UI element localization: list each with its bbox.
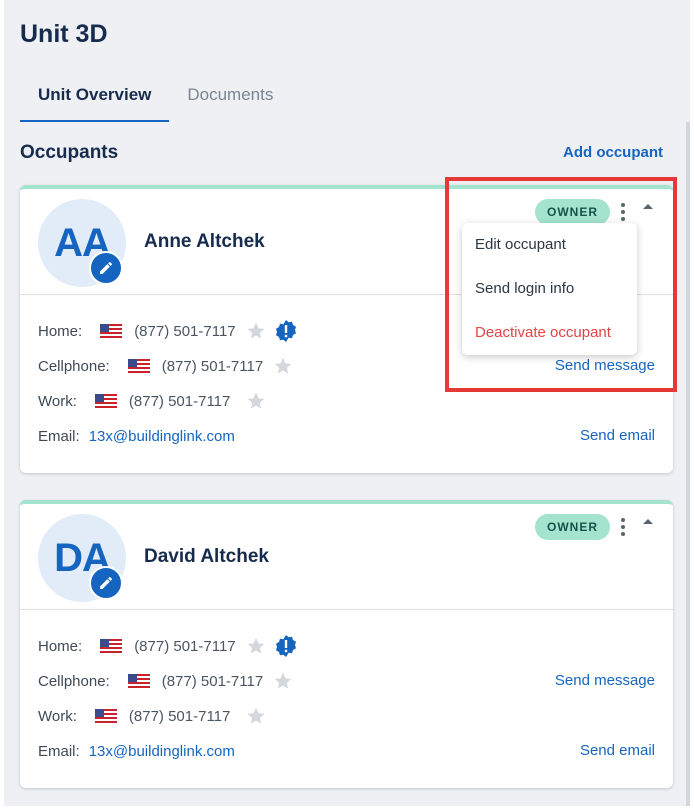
star-icon[interactable]: [246, 321, 266, 341]
home-phone: (877) 501-7117: [134, 637, 236, 655]
kebab-menu-icon[interactable]: [617, 516, 629, 538]
occupant-name: Anne Altchek: [144, 231, 265, 252]
edit-occupant-menu-item[interactable]: Edit occupant: [462, 223, 637, 267]
home-label: Home:: [38, 322, 83, 340]
cell-phone-row: Cellphone: (877) 501-7117: [38, 670, 293, 692]
star-icon[interactable]: [246, 706, 266, 726]
cell-phone: (877) 501-7117: [161, 357, 264, 375]
send-message-link[interactable]: Send message: [555, 357, 655, 374]
work-phone-row: Work: (877) 501-7117: [38, 390, 266, 412]
work-phone: (877) 501-7117: [128, 392, 231, 410]
email-label: Email:: [38, 427, 80, 445]
us-flag-icon: [94, 709, 117, 723]
occupant-card: DA David Altchek OWNER Home: (877) 501-7…: [20, 500, 673, 788]
star-icon[interactable]: [273, 356, 293, 376]
cellphone-label: Cellphone:: [38, 672, 110, 690]
owner-badge: OWNER: [535, 199, 610, 225]
send-email-link[interactable]: Send email: [580, 427, 655, 444]
star-icon[interactable]: [246, 391, 266, 411]
owner-badge: OWNER: [535, 514, 610, 540]
edit-avatar-button[interactable]: [89, 566, 123, 600]
unit-page: Unit 3D Unit Overview Documents Occupant…: [4, 0, 690, 806]
star-icon[interactable]: [273, 671, 293, 691]
us-flag-icon: [127, 674, 150, 688]
occupant-card-header: DA David Altchek OWNER: [20, 504, 673, 610]
star-icon[interactable]: [246, 636, 266, 656]
email-link[interactable]: 13x@buildinglink.com: [89, 743, 235, 760]
email-link[interactable]: 13x@buildinglink.com: [89, 428, 235, 445]
alert-icon: [275, 635, 296, 657]
cell-phone-row: Cellphone: (877) 501-7117: [38, 355, 293, 377]
email-row: Email: 13x@buildinglink.com: [38, 425, 235, 447]
send-email-link[interactable]: Send email: [580, 742, 655, 759]
alert-icon: [275, 320, 296, 342]
occupant-name: David Altchek: [144, 546, 269, 567]
email-label: Email:: [38, 742, 80, 760]
cell-phone: (877) 501-7117: [161, 672, 264, 690]
home-label: Home:: [38, 637, 83, 655]
tab-bar: Unit Overview Documents: [20, 82, 291, 122]
occupants-heading: Occupants: [20, 142, 119, 163]
caret-up-icon[interactable]: [640, 514, 656, 530]
us-flag-icon: [100, 639, 123, 653]
scrollbar[interactable]: [686, 122, 690, 806]
work-phone-row: Work: (877) 501-7117: [38, 705, 266, 727]
home-phone-row: Home: (877) 501-7117: [38, 635, 298, 657]
page-title: Unit 3D: [20, 20, 108, 48]
work-label: Work:: [38, 707, 77, 725]
edit-avatar-button[interactable]: [89, 251, 123, 285]
send-message-link[interactable]: Send message: [555, 672, 655, 689]
work-label: Work:: [38, 392, 77, 410]
tab-unit-overview[interactable]: Unit Overview: [20, 82, 170, 122]
deactivate-occupant-menu-item[interactable]: Deactivate occupant: [462, 311, 637, 355]
work-phone: (877) 501-7117: [128, 707, 231, 725]
add-occupant-link[interactable]: Add occupant: [563, 144, 663, 161]
pencil-icon: [100, 576, 113, 589]
cellphone-label: Cellphone:: [38, 357, 110, 375]
pencil-icon: [100, 261, 113, 274]
us-flag-icon: [100, 324, 123, 338]
us-flag-icon: [127, 359, 150, 373]
occupant-context-menu: Edit occupant Send login info Deactivate…: [462, 223, 637, 355]
us-flag-icon: [94, 394, 117, 408]
home-phone-row: Home: (877) 501-7117: [38, 320, 298, 342]
send-login-info-menu-item[interactable]: Send login info: [462, 267, 637, 311]
email-row: Email: 13x@buildinglink.com: [38, 740, 235, 762]
kebab-menu-icon[interactable]: [617, 201, 629, 223]
tab-documents[interactable]: Documents: [169, 82, 291, 122]
home-phone: (877) 501-7117: [134, 322, 236, 340]
caret-up-icon[interactable]: [640, 199, 656, 215]
